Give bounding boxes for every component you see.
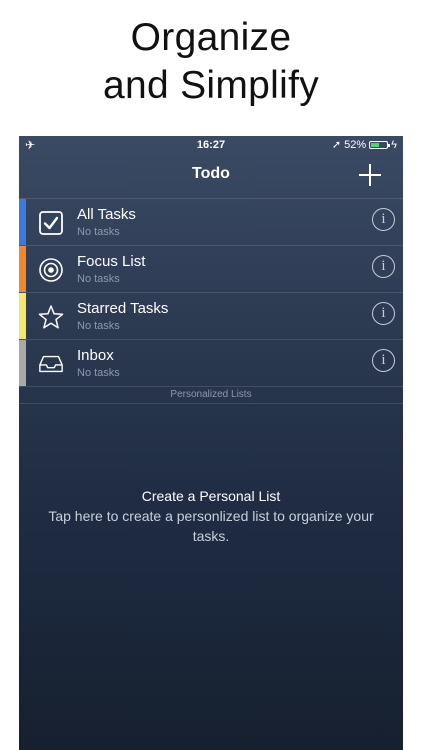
list-subtitle: No tasks bbox=[77, 273, 120, 285]
nav-title: Todo bbox=[192, 165, 230, 182]
list-name: All Tasks bbox=[77, 206, 136, 223]
inbox-tray-icon bbox=[38, 351, 64, 377]
list-row-starred-tasks[interactable]: Starred Tasks No tasks i bbox=[19, 292, 403, 339]
headline-line-2: and Simplify bbox=[102, 64, 320, 107]
star-icon bbox=[38, 304, 64, 330]
battery-percent: 52% bbox=[344, 139, 367, 151]
empty-state-body: Tap here to create a personlized list to… bbox=[48, 508, 374, 544]
location-arrow-icon: ➚ bbox=[331, 139, 342, 151]
list-subtitle: No tasks bbox=[77, 226, 120, 238]
list-name: Starred Tasks bbox=[77, 300, 169, 317]
list-subtitle: No tasks bbox=[77, 320, 120, 332]
battery-icon bbox=[369, 141, 391, 149]
list-color-stripe bbox=[19, 246, 26, 292]
list-name: Inbox bbox=[77, 347, 114, 364]
info-button[interactable]: i bbox=[372, 349, 395, 372]
marketing-headline: Organize and Simplify bbox=[0, 14, 422, 110]
list-color-stripe bbox=[19, 293, 26, 339]
smart-lists: All Tasks No tasks i Focus List No tasks… bbox=[19, 198, 403, 404]
list-subtitle: No tasks bbox=[77, 367, 120, 379]
headline-line-1: Organize bbox=[130, 16, 292, 59]
create-personal-list-prompt[interactable]: Create a Personal List Tap here to creat… bbox=[19, 486, 403, 546]
info-button[interactable]: i bbox=[372, 302, 395, 325]
status-bar: ✈ 16:27 ➚ 52% ϟ bbox=[19, 136, 403, 154]
list-row-all-tasks[interactable]: All Tasks No tasks i bbox=[19, 198, 403, 245]
add-list-button[interactable] bbox=[359, 164, 381, 186]
list-row-inbox[interactable]: Inbox No tasks i bbox=[19, 339, 403, 386]
section-header-personalized-lists: Personalized Lists bbox=[19, 386, 403, 404]
list-color-stripe bbox=[19, 340, 26, 386]
list-color-stripe bbox=[19, 199, 26, 245]
info-button[interactable]: i bbox=[372, 208, 395, 231]
navigation-bar: Todo bbox=[19, 154, 403, 198]
status-right: ➚ 52% ϟ bbox=[332, 136, 397, 154]
list-row-focus-list[interactable]: Focus List No tasks i bbox=[19, 245, 403, 292]
battery-fill bbox=[371, 143, 379, 147]
info-button[interactable]: i bbox=[372, 255, 395, 278]
app-screen: ✈ 16:27 ➚ 52% ϟ Todo All Tasks No tasks … bbox=[19, 136, 403, 750]
checkbox-icon bbox=[38, 210, 64, 236]
empty-state-title: Create a Personal List bbox=[141, 488, 281, 504]
target-icon bbox=[38, 257, 64, 283]
list-name: Focus List bbox=[77, 253, 146, 270]
charging-bolt-icon: ϟ bbox=[391, 139, 397, 151]
